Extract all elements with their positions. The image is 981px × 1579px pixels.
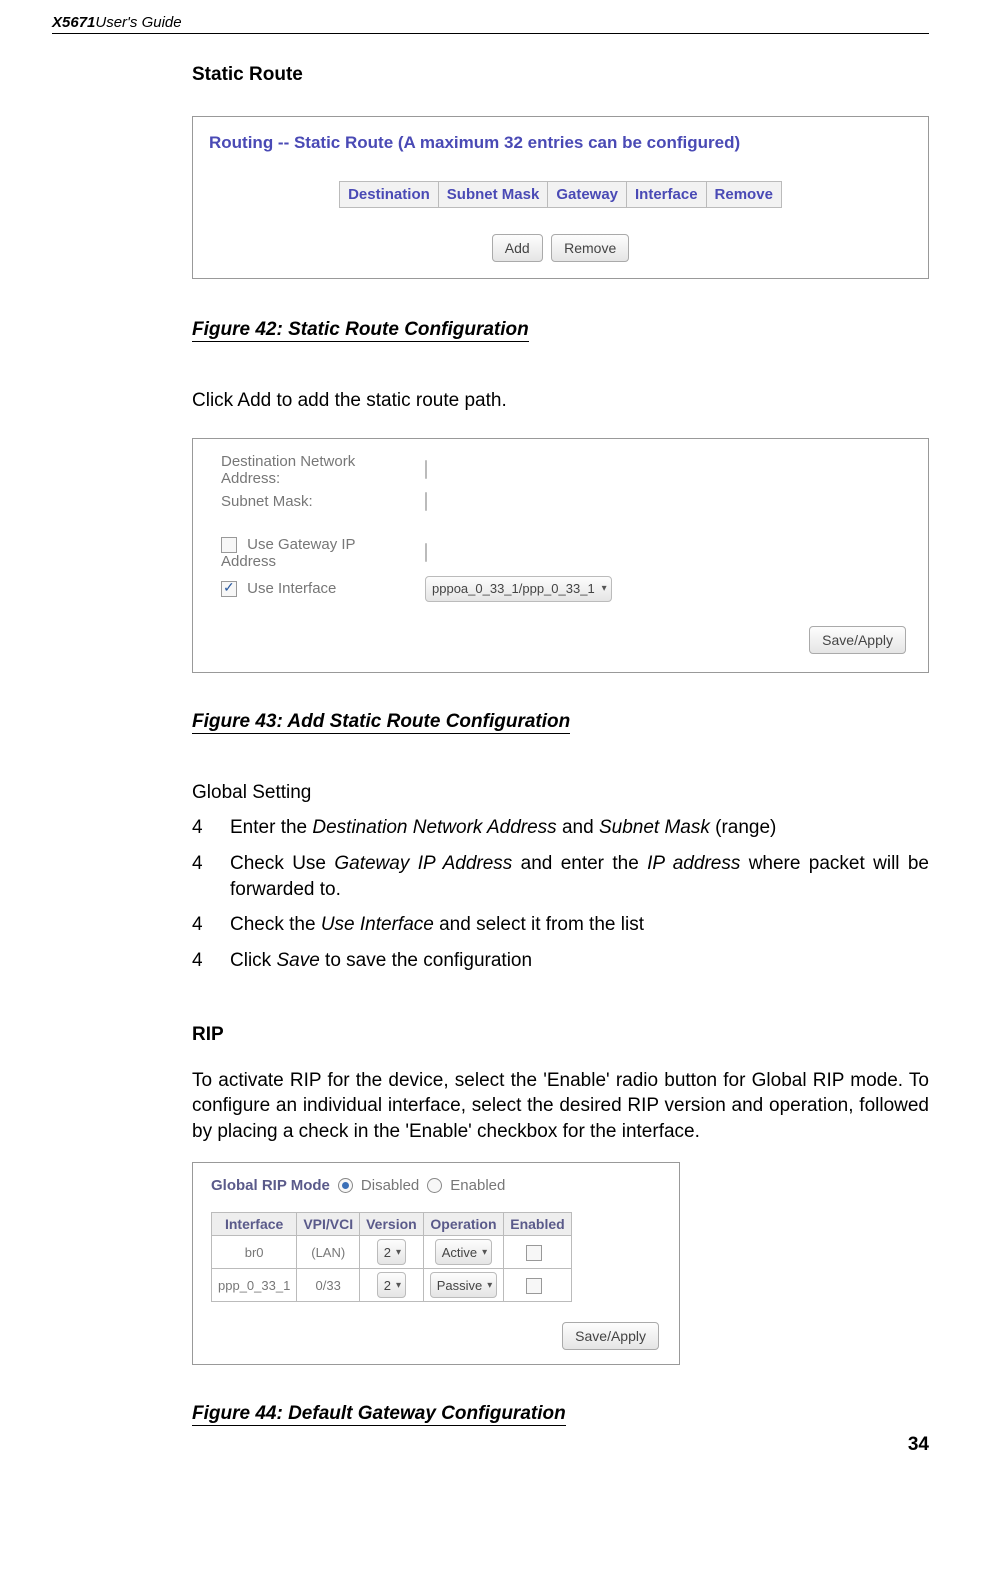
list-item: 4 Click Save to save the configuration [192, 948, 929, 974]
section-heading-static-route: Static Route [192, 64, 929, 86]
global-rip-mode-label: Global RIP Mode [211, 1177, 330, 1194]
figure-42-caption: Figure 42: Static Route Configuration [192, 319, 529, 342]
figure-44-caption: Figure 44: Default Gateway Configuration [192, 1403, 566, 1426]
col-interface: Interface [627, 182, 707, 208]
label-use-gateway: Use Gateway IP Address [221, 536, 355, 570]
col-interface: Interface [212, 1213, 297, 1236]
rip-disabled-radio[interactable] [338, 1178, 353, 1193]
static-route-desc: Click Add to add the static route path. [192, 388, 929, 414]
save-apply-button[interactable]: Save/Apply [809, 626, 906, 654]
list-item: 4 Enter the Destination Network Address … [192, 815, 929, 841]
col-enabled: Enabled [504, 1213, 571, 1236]
figure-44-panel: Global RIP Mode Disabled Enabled Interfa… [192, 1162, 680, 1365]
guide-label: User's Guide [95, 14, 181, 31]
table-row: ppp_0_33_1 0/33 2 Passive [212, 1269, 572, 1302]
figure-42-panel: Routing -- Static Route (A maximum 32 en… [192, 116, 929, 279]
routing-panel-title: Routing -- Static Route (A maximum 32 en… [209, 133, 912, 153]
label-destination-address: Destination Network Address: [215, 451, 417, 489]
subnet-mask-input[interactable] [425, 492, 427, 511]
label-use-interface: Use Interface [247, 580, 336, 597]
table-row: br0 (LAN) 2 Active [212, 1236, 572, 1269]
figure-43-caption: Figure 43: Add Static Route Configuratio… [192, 711, 570, 734]
col-version: Version [360, 1213, 424, 1236]
remove-button[interactable]: Remove [551, 234, 629, 262]
list-item: 4 Check Use Gateway IP Address and enter… [192, 851, 929, 902]
section-heading-rip: RIP [192, 1024, 929, 1046]
figure-43-panel: Destination Network Address: Subnet Mask… [192, 438, 929, 673]
page-header: X5671 User's Guide [52, 14, 929, 34]
enabled-checkbox[interactable] [526, 1245, 542, 1261]
global-setting-title: Global Setting [192, 780, 929, 806]
rip-desc: To activate RIP for the device, select t… [192, 1068, 929, 1145]
enabled-checkbox[interactable] [526, 1278, 542, 1294]
interface-select[interactable]: pppoa_0_33_1/ppp_0_33_1 [425, 576, 612, 602]
col-remove: Remove [706, 182, 781, 208]
col-destination: Destination [340, 182, 439, 208]
col-subnet-mask: Subnet Mask [438, 182, 548, 208]
gateway-ip-input[interactable] [425, 543, 427, 562]
version-select[interactable]: 2 [377, 1239, 406, 1265]
operation-select[interactable]: Passive [430, 1272, 498, 1298]
label-subnet-mask: Subnet Mask: [215, 491, 417, 512]
operation-select[interactable]: Active [435, 1239, 492, 1265]
rip-save-apply-button[interactable]: Save/Apply [562, 1322, 659, 1350]
rip-enabled-radio[interactable] [427, 1178, 442, 1193]
add-button[interactable]: Add [492, 234, 543, 262]
rip-table: Interface VPI/VCI Version Operation Enab… [211, 1212, 572, 1302]
use-interface-checkbox[interactable] [221, 581, 237, 597]
page-number: 34 [52, 1434, 929, 1456]
use-gateway-checkbox[interactable] [221, 537, 237, 553]
list-item: 4 Check the Use Interface and select it … [192, 912, 929, 938]
col-operation: Operation [423, 1213, 504, 1236]
rip-enabled-label: Enabled [450, 1177, 505, 1194]
col-vpi-vci: VPI/VCI [297, 1213, 360, 1236]
rip-disabled-label: Disabled [361, 1177, 419, 1194]
col-gateway: Gateway [548, 182, 627, 208]
static-route-table: Destination Subnet Mask Gateway Interfac… [339, 181, 782, 208]
version-select[interactable]: 2 [377, 1272, 406, 1298]
destination-address-input[interactable] [425, 460, 427, 479]
model-name: X5671 [52, 14, 95, 31]
